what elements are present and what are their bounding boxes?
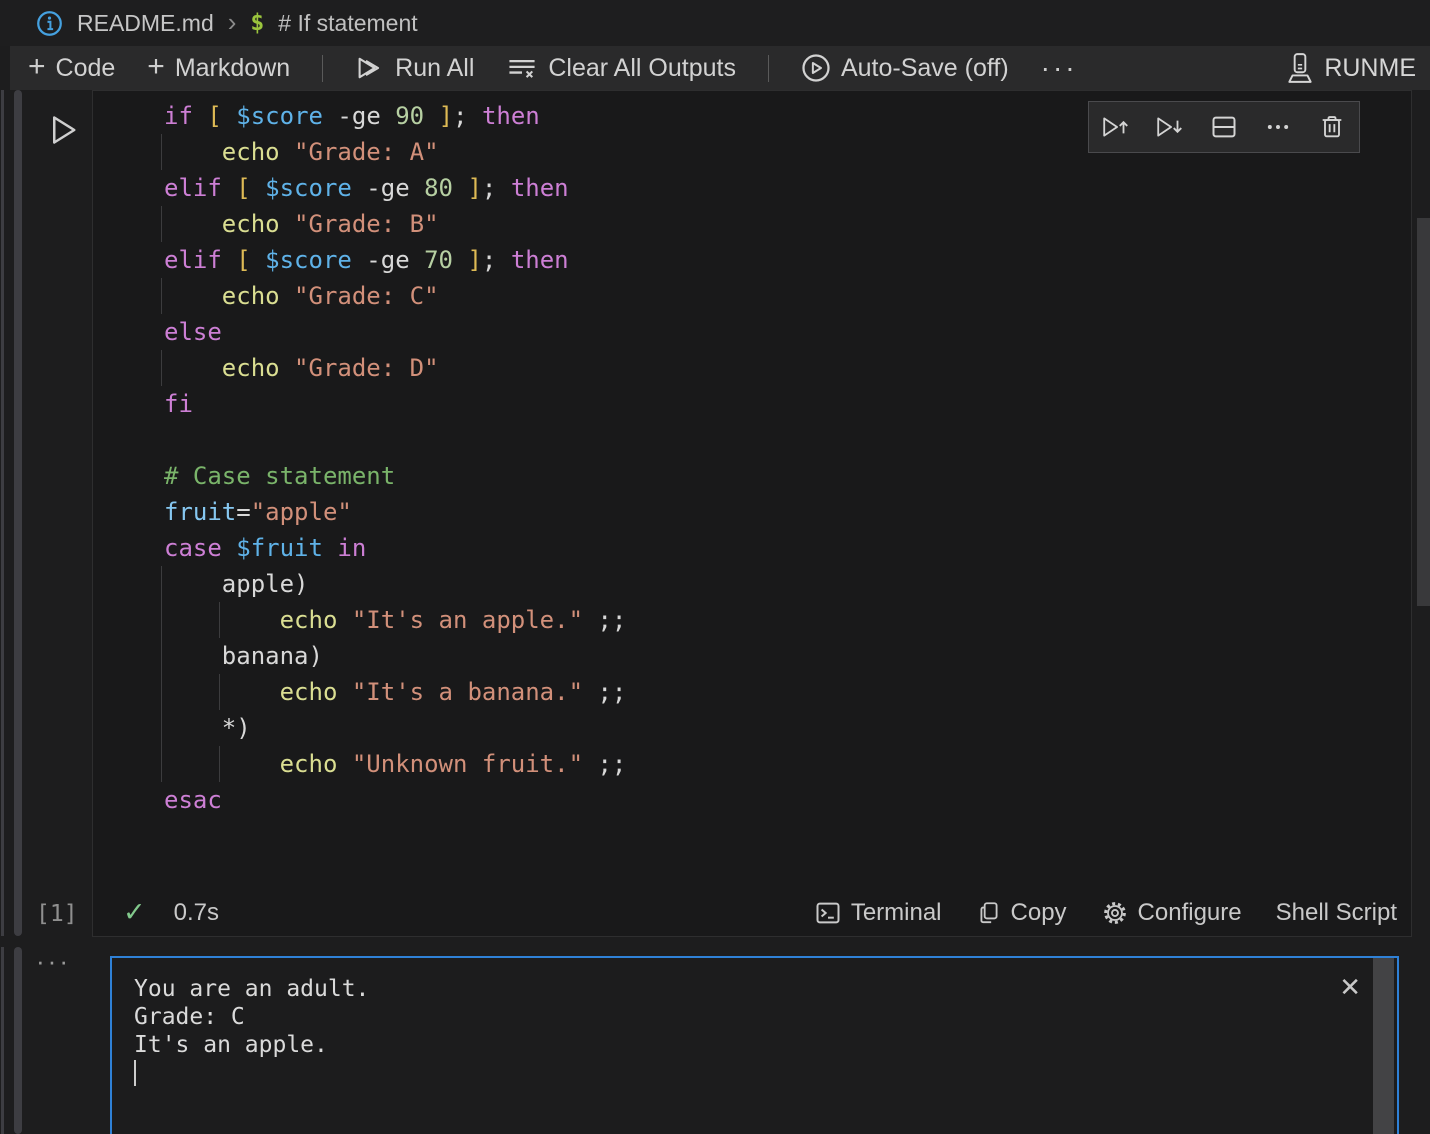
indent-guide <box>161 278 162 314</box>
plus-icon: + <box>147 52 165 82</box>
breadcrumb: README.md › $ # If statement <box>0 0 1430 46</box>
output-focus-bar <box>14 947 22 1134</box>
cell-focus-bar <box>14 90 22 936</box>
output-line: Grade: C <box>134 1003 1397 1031</box>
terminal-button[interactable]: Terminal <box>814 899 942 927</box>
indent-guide <box>161 206 162 242</box>
auto-save-icon <box>801 53 831 83</box>
copy-label: Copy <box>1011 899 1067 927</box>
shell-symbol-icon: $ <box>250 10 264 36</box>
output-terminal[interactable]: You are an adult.Grade: CIt's an apple. … <box>110 956 1399 1134</box>
code-line: else <box>164 314 1411 350</box>
code-line: echo "Grade: D" <box>164 350 1411 386</box>
cell-status-right: Terminal Copy Configure Shell Script <box>814 899 1397 927</box>
add-code-cell-button[interactable]: + Code <box>28 54 115 83</box>
terminal-cursor <box>134 1060 136 1086</box>
code-line: fruit="apple" <box>164 494 1411 530</box>
clear-all-outputs-button[interactable]: Clear All Outputs <box>506 54 736 83</box>
notebook-toolbar: + Code + Markdown Run All Clear All Outp… <box>10 46 1430 90</box>
code-line: elif [ $score -ge 70 ]; then <box>164 242 1411 278</box>
left-edge-indicator <box>1 947 4 1134</box>
execute-below-button[interactable] <box>1146 103 1194 151</box>
runme-brand-button[interactable]: RUNME <box>1286 52 1416 84</box>
code-cell: if [ $score -ge 90 ]; then echo "Grade: … <box>92 90 1412 937</box>
split-cell-button[interactable] <box>1200 103 1248 151</box>
left-edge-indicator <box>1 90 4 936</box>
code-editor[interactable]: if [ $score -ge 90 ]; then echo "Grade: … <box>93 91 1411 889</box>
auto-save-label: Auto-Save (off) <box>841 54 1009 83</box>
execution-order-label: [1] <box>36 901 78 927</box>
code-line: case $fruit in <box>164 530 1411 566</box>
configure-button[interactable]: Configure <box>1101 899 1242 927</box>
notebook-window: README.md › $ # If statement + Code + Ma… <box>0 0 1430 1134</box>
runme-brand-label: RUNME <box>1324 54 1416 83</box>
code-line: echo "Unknown fruit." ;; <box>164 746 1411 782</box>
clear-outputs-icon <box>506 54 538 82</box>
add-markdown-cell-button[interactable]: + Markdown <box>147 54 290 83</box>
copy-button[interactable]: Copy <box>976 899 1067 927</box>
run-all-icon <box>355 54 385 82</box>
indent-guide <box>219 602 220 638</box>
toolbar-divider <box>322 55 323 82</box>
breadcrumb-file[interactable]: README.md <box>77 10 214 37</box>
run-cell-button[interactable] <box>44 110 82 150</box>
run-all-label: Run All <box>395 54 474 83</box>
indent-guide <box>161 350 162 386</box>
code-line: esac <box>164 782 1411 818</box>
output-scrollbar[interactable] <box>1373 958 1394 1134</box>
output-line: You are an adult. <box>134 975 1397 1003</box>
code-line: echo "Grade: C" <box>164 278 1411 314</box>
code-line <box>164 422 1411 458</box>
execution-duration: 0.7s <box>174 899 219 927</box>
code-line: fi <box>164 386 1411 422</box>
language-picker[interactable]: Shell Script <box>1276 899 1397 927</box>
add-code-label: Code <box>56 54 116 83</box>
breadcrumb-symbol[interactable]: # If statement <box>278 10 417 37</box>
terminal-label: Terminal <box>851 899 942 927</box>
indent-guide <box>219 746 220 782</box>
indent-guide <box>161 566 162 782</box>
code-line: banana) <box>164 638 1411 674</box>
more-cell-actions-button[interactable] <box>1254 103 1302 151</box>
toolbar-divider <box>768 55 769 82</box>
info-icon[interactable] <box>36 10 63 37</box>
code-line: apple) <box>164 566 1411 602</box>
code-line: elif [ $score -ge 80 ]; then <box>164 170 1411 206</box>
code-line: *) <box>164 710 1411 746</box>
auto-save-toggle[interactable]: Auto-Save (off) <box>801 53 1009 83</box>
output-line: It's an apple. <box>134 1031 1397 1059</box>
code-line: echo "It's a banana." ;; <box>164 674 1411 710</box>
output-collapse-button[interactable]: ··· <box>36 946 71 977</box>
terminal-icon <box>814 899 842 927</box>
notebook-scrollbar[interactable] <box>1417 218 1430 606</box>
more-actions-icon[interactable]: ··· <box>1041 52 1078 84</box>
cell-statusbar: ✓ 0.7s Terminal Copy <box>93 889 1411 936</box>
copy-icon <box>976 899 1002 927</box>
output-text: You are an adult.Grade: CIt's an apple. <box>112 958 1397 1087</box>
run-all-button[interactable]: Run All <box>355 54 474 83</box>
code-lines: if [ $score -ge 90 ]; then echo "Grade: … <box>93 91 1411 818</box>
indent-guide <box>161 134 162 170</box>
gear-icon <box>1101 899 1129 927</box>
code-line: echo "Grade: B" <box>164 206 1411 242</box>
indent-guide <box>219 674 220 710</box>
runme-logo-icon <box>1286 52 1314 84</box>
clear-all-outputs-label: Clear All Outputs <box>548 54 736 83</box>
delete-cell-button[interactable] <box>1308 103 1356 151</box>
code-line: # Case statement <box>164 458 1411 494</box>
add-markdown-label: Markdown <box>175 54 290 83</box>
cell-status-left: ✓ 0.7s <box>123 897 219 928</box>
output-cursor-line <box>134 1059 1397 1087</box>
execute-above-button[interactable] <box>1092 103 1140 151</box>
close-output-icon[interactable]: ✕ <box>1339 974 1361 1000</box>
chevron-right-icon: › <box>228 9 237 35</box>
cell-toolbar <box>1088 101 1360 153</box>
configure-label: Configure <box>1138 899 1242 927</box>
code-line: echo "It's an apple." ;; <box>164 602 1411 638</box>
success-check-icon: ✓ <box>123 897 146 928</box>
plus-icon: + <box>28 52 46 82</box>
language-label: Shell Script <box>1276 899 1397 927</box>
